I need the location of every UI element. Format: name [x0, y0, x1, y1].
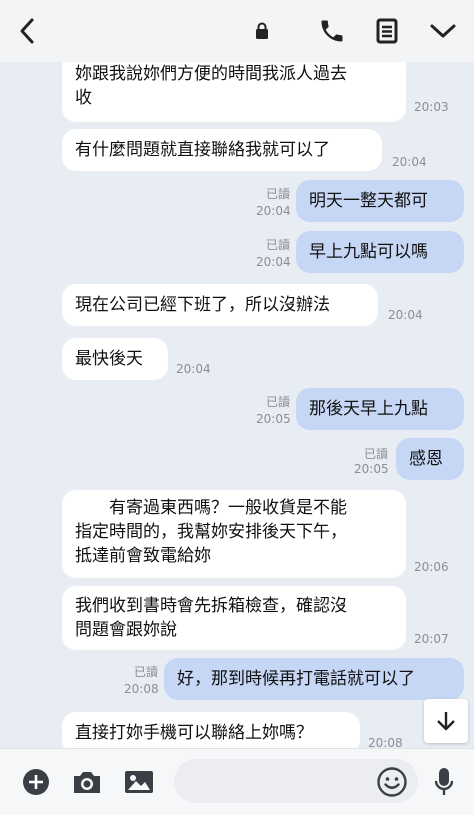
microphone-icon[interactable] [430, 766, 458, 798]
message-time: 20:08 [124, 682, 159, 696]
plus-icon[interactable] [20, 766, 52, 798]
message-time: 20:04 [256, 204, 291, 218]
read-receipt: 已讀 [265, 187, 290, 201]
message-time: 20:04 [176, 362, 211, 376]
message-bubble[interactable]: 現在公司已經下班了，所以沒辦法 [62, 284, 378, 326]
message-time: 20:04 [388, 308, 423, 322]
message-time: 20:04 [256, 255, 291, 269]
lock-icon [252, 14, 272, 48]
message-input-bar [0, 748, 474, 815]
message-bubble[interactable]: 好，那到時候再打電話就可以了 [164, 658, 464, 700]
read-receipt: 已讀 [265, 395, 290, 409]
message-bubble[interactable]: 那後天早上九點 [296, 388, 464, 430]
read-receipt: 已讀 [363, 447, 388, 461]
message-bubble[interactable]: 我們收到書時會先拆箱檢查，確認沒 問題會跟妳說 [62, 586, 406, 650]
message-bubble[interactable]: 最快後天 [62, 338, 168, 380]
read-receipt: 已讀 [133, 665, 158, 679]
chevron-down-icon[interactable] [428, 14, 458, 48]
camera-icon[interactable] [70, 766, 104, 798]
chat-header [0, 0, 474, 62]
message-bubble[interactable]: 有寄過東西嗎？一般收貨是不能 指定時間的，我幫妳安排後天下午， 抵達前會致電給妳 [62, 490, 406, 578]
message-time: 20:04 [392, 155, 427, 169]
read-receipt: 已讀 [265, 238, 290, 252]
message-time: 20:05 [354, 462, 389, 476]
message-time: 20:07 [414, 632, 449, 646]
arrow-down-icon [437, 712, 455, 731]
message-bubble[interactable]: 早上九點可以嗎 [296, 231, 464, 273]
message-bubble[interactable]: 妳跟我說妳們方便的時間我派人過去 收 [62, 62, 406, 122]
message-bubble[interactable]: 明天一整天都可 [296, 180, 464, 222]
phone-icon[interactable] [316, 14, 348, 48]
message-bubble[interactable]: 感恩 [396, 438, 464, 480]
message-time: 20:05 [256, 412, 291, 426]
notes-icon[interactable] [374, 14, 400, 48]
image-icon[interactable] [122, 766, 156, 798]
message-time: 20:03 [414, 100, 449, 114]
back-arrow-icon[interactable] [14, 14, 40, 48]
message-bubble[interactable]: 直接打妳手機可以聯絡上妳嗎？ [62, 712, 360, 748]
chat-messages[interactable]: 妳跟我說妳們方便的時間我派人過去 收 20:03 有什麼問題就直接聯絡我就可以了… [0, 62, 474, 748]
message-time: 20:06 [414, 560, 449, 574]
message-bubble[interactable]: 有什麼問題就直接聯絡我就可以了 [62, 129, 382, 171]
emoji-icon[interactable] [374, 766, 410, 798]
message-time: 20:08 [368, 736, 403, 748]
scroll-to-bottom-button[interactable] [424, 699, 468, 743]
